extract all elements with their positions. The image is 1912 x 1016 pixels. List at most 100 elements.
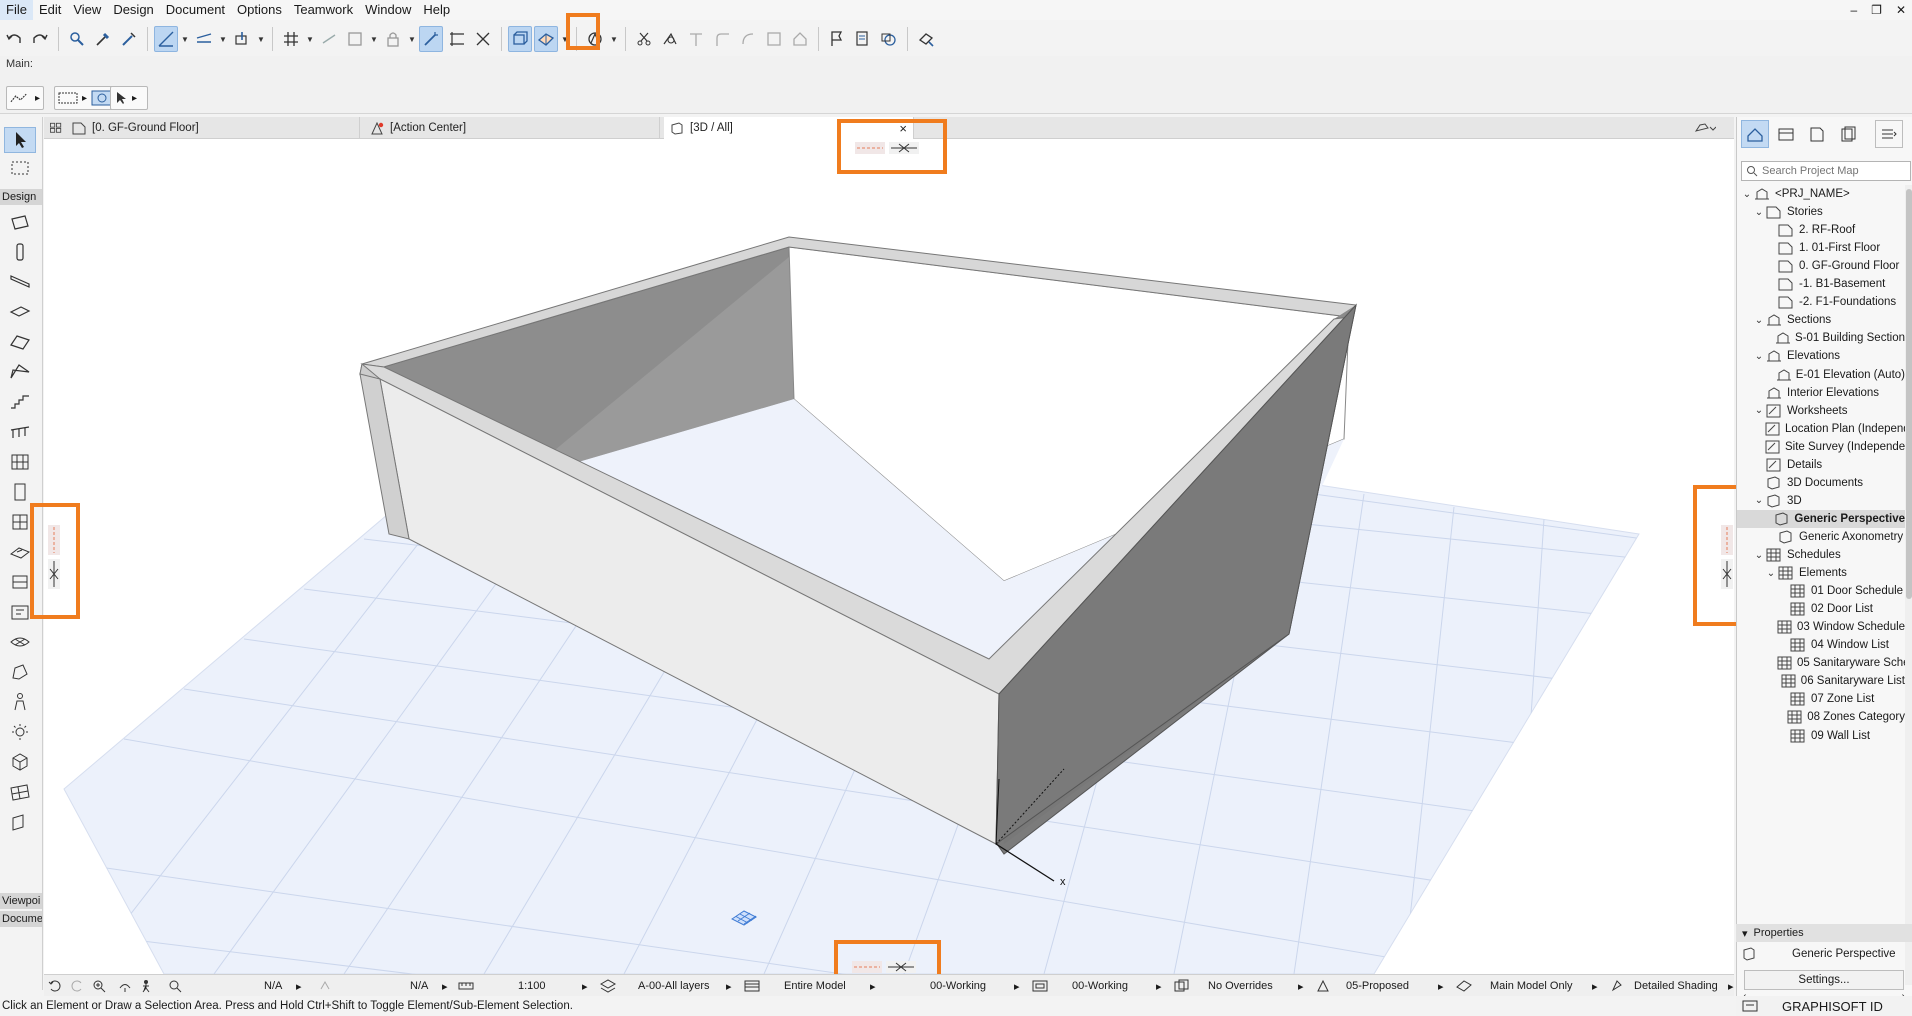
tree-item[interactable]: -1. B1-Basement	[1737, 275, 1905, 293]
tab-action-center[interactable]: [Action Center]	[364, 117, 660, 139]
scale-icon[interactable]	[458, 975, 474, 997]
tree-item[interactable]: ⌄ Schedules	[1737, 546, 1905, 564]
tab-close-icon[interactable]: ×	[899, 121, 907, 136]
shell-tool-icon[interactable]	[4, 359, 36, 385]
toolbox-header-viewpoint[interactable]: Viewpoi	[0, 893, 42, 909]
close-window-button[interactable]: ✕	[1896, 3, 1906, 17]
menu-help[interactable]: Help	[417, 0, 456, 20]
chevron-down-icon[interactable]: ⌄	[1765, 568, 1777, 579]
undo-icon[interactable]	[2, 26, 26, 52]
selection-method-control[interactable]: ▸	[6, 86, 44, 110]
chevron-down-icon[interactable]: ▼	[407, 26, 417, 52]
tree-item[interactable]: ⌄ Elevations	[1737, 347, 1905, 365]
tree-item[interactable]: 0. GF-Ground Floor	[1737, 257, 1905, 275]
zoom-fit-icon[interactable]	[168, 975, 182, 997]
tree-item[interactable]: 09 Wall List	[1737, 727, 1905, 745]
select-3d-icon[interactable]	[508, 26, 532, 52]
tree-item[interactable]: ⌄ Sections	[1737, 311, 1905, 329]
search-input[interactable]	[1762, 165, 1902, 177]
graphisoft-id-bar[interactable]: GRAPHISOFT ID	[1736, 996, 1912, 1016]
tree-item[interactable]: ⌄ <PRJ_NAME>	[1737, 185, 1905, 203]
3d-model-canvas[interactable]: x	[44, 139, 1734, 974]
tree-item[interactable]: ⌄ 3D	[1737, 492, 1905, 510]
tree-item[interactable]: ⌄ Worksheets	[1737, 402, 1905, 420]
chevron-right-icon[interactable]: ▸	[1438, 975, 1444, 997]
chevron-down-icon[interactable]: ▼	[305, 26, 315, 52]
chevron-down-icon[interactable]: ▼	[256, 26, 266, 52]
properties-header[interactable]: ▾ Properties	[1736, 924, 1912, 942]
menu-teamwork[interactable]: Teamwork	[288, 0, 359, 20]
structure-display-value[interactable]: Main Model Only	[1490, 975, 1573, 997]
tree-item[interactable]: 02 Door List	[1737, 600, 1905, 618]
wall-tool-icon[interactable]	[4, 209, 36, 235]
tree-item[interactable]: Interior Elevations	[1737, 384, 1905, 402]
graphic-override-value[interactable]: No Overrides	[1208, 975, 1273, 997]
guide-lines-icon[interactable]	[154, 26, 178, 52]
redo-icon[interactable]	[28, 26, 52, 52]
chevron-down-icon[interactable]: ⌄	[1753, 315, 1765, 326]
scale-value[interactable]: 1:100	[518, 975, 546, 997]
slab-tool-icon[interactable]	[4, 299, 36, 325]
menu-options[interactable]: Options	[231, 0, 288, 20]
wall-end-tool-icon[interactable]	[4, 809, 36, 835]
snap-guides-icon[interactable]	[192, 26, 216, 52]
tree-scrollbar[interactable]	[1905, 185, 1912, 985]
mesh-tool-icon[interactable]	[4, 629, 36, 655]
model-view-value[interactable]: Entire Model	[784, 975, 846, 997]
flag-icon[interactable]	[825, 26, 849, 52]
menu-window[interactable]: Window	[359, 0, 417, 20]
shading-value[interactable]: Detailed Shading	[1634, 975, 1718, 997]
tab-overview-icon[interactable]	[44, 117, 62, 139]
tab-list-menu[interactable]	[1688, 117, 1734, 139]
orbit-icon[interactable]	[48, 975, 62, 997]
overrides-icon[interactable]	[1174, 975, 1190, 997]
morph-tool-icon[interactable]	[4, 659, 36, 685]
curtain-panel-tool-icon[interactable]	[4, 779, 36, 805]
pan-icon[interactable]	[118, 975, 132, 997]
chevron-right-icon[interactable]: ▸	[726, 975, 732, 997]
trim-icon[interactable]	[471, 26, 495, 52]
menu-view[interactable]: View	[67, 0, 107, 20]
schedule-list-icon[interactable]	[851, 26, 875, 52]
renovation-icon[interactable]	[583, 26, 607, 52]
chevron-down-icon[interactable]: ⌄	[1753, 405, 1765, 416]
renovation-filter-icon[interactable]	[1316, 975, 1330, 997]
toolbox-header-document[interactable]: Docume	[0, 911, 42, 927]
arrow-tool-control[interactable]: ▸	[110, 86, 148, 110]
object-tool-icon[interactable]	[4, 569, 36, 595]
view-map-icon[interactable]	[1772, 120, 1800, 148]
door-tool-icon[interactable]	[4, 479, 36, 505]
scrollbar-thumb[interactable]	[1906, 189, 1912, 599]
project-map-search[interactable]	[1741, 161, 1911, 181]
group-icon[interactable]	[343, 26, 367, 52]
partial-structure-filter-icon[interactable]	[1456, 975, 1472, 997]
suspend-groups-icon[interactable]	[317, 26, 341, 52]
chevron-down-icon[interactable]: ▼	[609, 26, 619, 52]
explode-icon[interactable]	[788, 26, 812, 52]
tree-item[interactable]: 06 Sanitaryware List	[1737, 672, 1905, 690]
chevron-right-icon[interactable]: ▸	[1014, 975, 1020, 997]
tree-item[interactable]: S-01 Building Section	[1737, 329, 1905, 347]
tree-item[interactable]: 07 Zone List	[1737, 690, 1905, 708]
beam-tool-icon[interactable]	[4, 269, 36, 295]
menu-edit[interactable]: Edit	[33, 0, 67, 20]
menu-file[interactable]: File	[0, 0, 33, 20]
tree-item[interactable]: 04 Window List	[1737, 636, 1905, 654]
renovation-filter-value[interactable]: 05-Proposed	[1346, 975, 1409, 997]
3d-object-tool-icon[interactable]	[4, 749, 36, 775]
model-view-icon[interactable]	[744, 975, 760, 997]
chevron-down-icon[interactable]: ⌄	[1753, 351, 1765, 362]
navigator-menu-icon[interactable]	[1875, 120, 1903, 148]
shading-icon[interactable]	[1610, 975, 1624, 997]
adjust-icon[interactable]	[658, 26, 682, 52]
settings-button[interactable]: Settings...	[1744, 970, 1904, 990]
scissors-icon[interactable]	[632, 26, 656, 52]
column-tool-icon[interactable]	[4, 239, 36, 265]
tree-item[interactable]: -2. F1-Foundations	[1737, 293, 1905, 311]
chevron-right-icon[interactable]: ▸	[1592, 975, 1598, 997]
arrow-tool-icon[interactable]	[4, 127, 36, 153]
zoom-icon[interactable]	[92, 975, 106, 997]
tree-item[interactable]: 3D Documents	[1737, 474, 1905, 492]
pen-set-value[interactable]: 00-Working	[930, 975, 986, 997]
bimx-icon[interactable]	[914, 26, 938, 52]
